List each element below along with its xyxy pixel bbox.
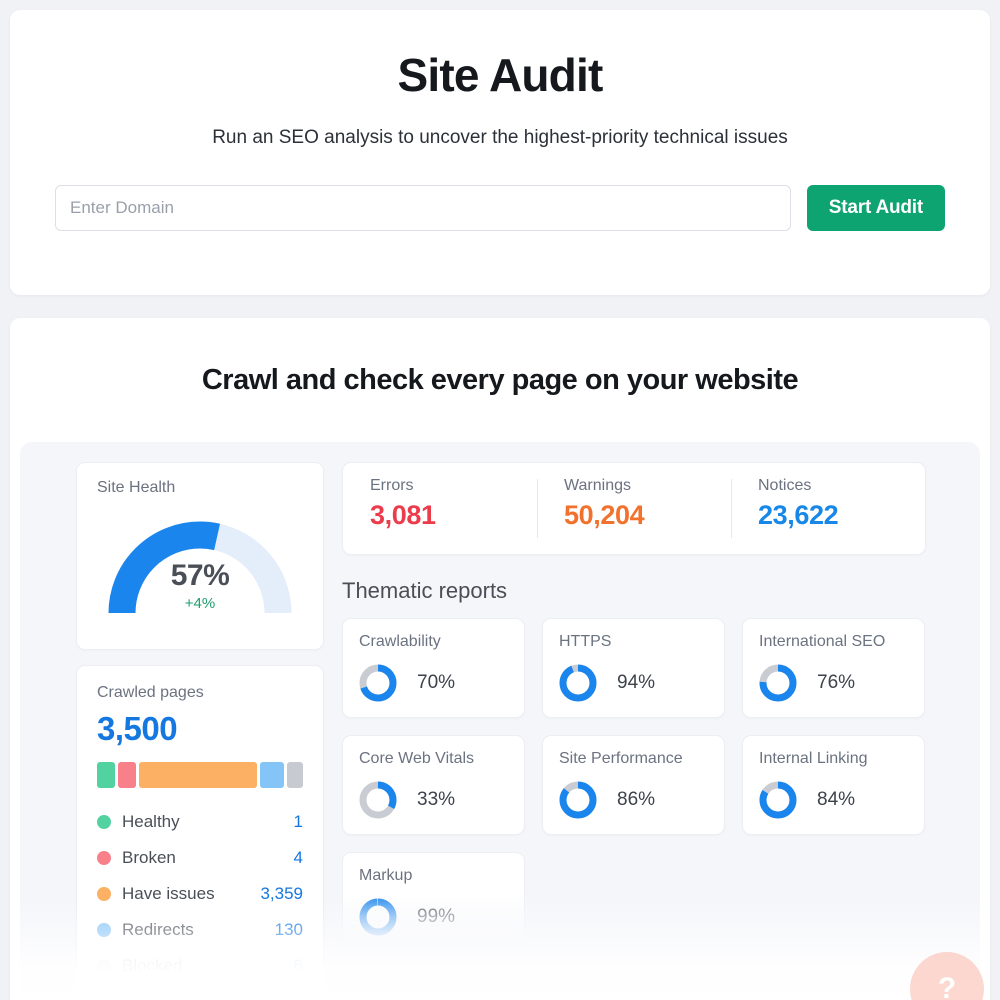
legend-item[interactable]: Redirects 130	[97, 912, 303, 948]
bar-segment-blocked	[286, 762, 303, 788]
thematic-report-card[interactable]: Internal Linking 84%	[742, 735, 925, 835]
report-percent: 76%	[817, 672, 856, 693]
legend-label: Blocked	[122, 956, 183, 975]
crawled-pages-label: Crawled pages	[97, 684, 204, 701]
donut-chart-icon	[359, 898, 397, 936]
report-percent: 70%	[417, 672, 456, 693]
thematic-reports-title: Thematic reports	[342, 578, 508, 603]
legend-label: Broken	[122, 848, 176, 867]
report-name: Core Web Vitals	[359, 750, 475, 767]
stat-notices[interactable]: Notices 23,622	[731, 477, 925, 540]
domain-form: Start Audit	[10, 184, 990, 231]
bar-segment-redirects	[259, 762, 284, 788]
crawled-pages-legend: Healthy 1 Broken 4 Have issues 3,359 Redirects…	[97, 804, 303, 984]
crawled-pages-card[interactable]: Crawled pages 3,500 Healthy 1 Broken 4 Have …	[76, 665, 324, 995]
report-row: 76%	[759, 664, 908, 702]
donut-chart-icon	[759, 664, 797, 702]
donut-chart-icon	[359, 781, 397, 819]
thematic-reports-grid: Crawlability 70% HTTPS 94% International SEO…	[342, 618, 926, 952]
start-audit-button[interactable]: Start Audit	[806, 184, 945, 231]
right-column: Errors 3,081 Warnings 50,204 Notices 23,622 T…	[342, 462, 926, 952]
donut-chart-icon	[759, 781, 797, 819]
report-row: 70%	[359, 664, 508, 702]
report-row: 99%	[359, 898, 508, 936]
crawl-section-card: Crawl and check every page on your websi…	[10, 318, 990, 1000]
site-health-card[interactable]: Site Health 57% +4%	[76, 462, 324, 650]
section-title: Crawl and check every page on your websi…	[201, 364, 799, 396]
report-name: Internal Linking	[759, 750, 868, 767]
legend-label: Redirects	[122, 920, 194, 939]
issue-stats-card: Errors 3,081 Warnings 50,204 Notices 23,622	[342, 462, 926, 555]
legend-count: 1	[293, 812, 303, 831]
bar-segment-have-issues	[139, 762, 257, 788]
thematic-report-card[interactable]: Core Web Vitals 33%	[342, 735, 525, 835]
audit-preview-panel: Site Health 57% +4% Crawled pages 3,500 …	[20, 442, 980, 1000]
legend-item[interactable]: Blocked 6	[97, 948, 303, 984]
report-row: 94%	[559, 664, 708, 702]
report-row: 84%	[759, 781, 908, 819]
report-percent: 84%	[817, 789, 856, 810]
report-percent: 33%	[417, 789, 456, 810]
stat-value: 50,204	[564, 500, 645, 530]
crawled-pages-bar	[97, 762, 303, 788]
stat-label: Warnings	[564, 477, 631, 494]
legend-count: 130	[274, 920, 303, 939]
report-name: International SEO	[759, 633, 886, 650]
left-column: Site Health 57% +4% Crawled pages 3,500 …	[76, 462, 324, 995]
legend-label: Healthy	[122, 812, 180, 831]
legend-count: 6	[293, 956, 303, 975]
question-mark-icon: ?	[937, 972, 957, 1000]
report-name: Crawlability	[359, 633, 441, 650]
site-health-label: Site Health	[97, 479, 176, 496]
legend-item[interactable]: Broken 4	[97, 840, 303, 876]
report-name: Site Performance	[559, 750, 683, 767]
thematic-report-card[interactable]: Site Performance 86%	[542, 735, 725, 835]
report-name: Markup	[359, 867, 413, 884]
report-name: HTTPS	[559, 633, 612, 650]
legend-dot-icon	[97, 851, 111, 865]
stat-value: 3,081	[370, 500, 436, 530]
legend-count: 3,359	[260, 884, 303, 903]
legend-dot-icon	[97, 887, 111, 901]
page-title: Site Audit	[397, 49, 604, 101]
bar-segment-broken	[118, 762, 137, 788]
legend-count: 4	[293, 848, 303, 867]
bar-segment-healthy	[97, 762, 116, 788]
stat-label: Notices	[758, 477, 812, 494]
legend-item[interactable]: Have issues 3,359	[97, 876, 303, 912]
report-row: 86%	[559, 781, 708, 819]
legend-dot-icon	[97, 959, 111, 973]
donut-chart-icon	[559, 664, 597, 702]
stat-value: 23,622	[758, 500, 839, 530]
page-subtitle: Run an SEO analysis to uncover the highe…	[212, 126, 788, 148]
thematic-report-card[interactable]: HTTPS 94%	[542, 618, 725, 718]
site-health-delta: +4%	[184, 595, 216, 612]
legend-item[interactable]: Healthy 1	[97, 804, 303, 840]
thematic-report-card[interactable]: Crawlability 70%	[342, 618, 525, 718]
thematic-report-card[interactable]: International SEO 76%	[742, 618, 925, 718]
thematic-report-card[interactable]: Markup 99%	[342, 852, 525, 952]
site-health-gauge: 57% +4%	[104, 509, 296, 619]
report-percent: 94%	[617, 672, 656, 693]
domain-input[interactable]	[55, 184, 791, 231]
stat-errors[interactable]: Errors 3,081	[343, 477, 537, 540]
legend-dot-icon	[97, 923, 111, 937]
report-row: 33%	[359, 781, 508, 819]
crawled-pages-total: 3,500	[97, 710, 178, 747]
site-audit-hero-card: Site Audit Run an SEO analysis to uncove…	[10, 10, 990, 295]
stat-label: Errors	[370, 477, 414, 494]
report-percent: 99%	[417, 906, 456, 927]
report-percent: 86%	[617, 789, 656, 810]
legend-dot-icon	[97, 815, 111, 829]
stat-warnings[interactable]: Warnings 50,204	[537, 477, 731, 540]
donut-chart-icon	[559, 781, 597, 819]
site-health-value: 57%	[170, 559, 230, 592]
legend-label: Have issues	[122, 884, 215, 903]
donut-chart-icon	[359, 664, 397, 702]
